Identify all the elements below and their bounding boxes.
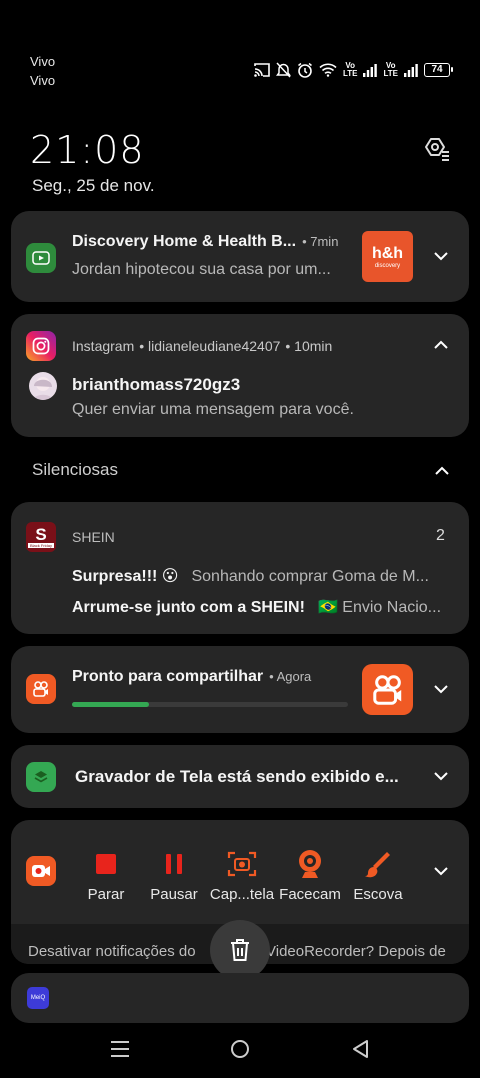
navigation-bar [0, 1034, 480, 1066]
webcam-icon [299, 850, 321, 878]
menu-icon[interactable] [110, 1040, 130, 1058]
signal-icon [363, 63, 378, 77]
shein-app-icon: S Black Friday [26, 522, 56, 552]
section-silent-label: Silenciosas [32, 460, 118, 479]
alarm-icon [298, 62, 312, 78]
clear-all-button[interactable] [210, 920, 270, 980]
notification-screen-recorder[interactable]: Gravador de Tela está sendo exibido e... [11, 745, 469, 808]
mute-icon [275, 62, 291, 78]
chevron-up-icon[interactable] [433, 462, 451, 480]
trash-icon [231, 939, 249, 961]
settings-icon[interactable] [422, 134, 452, 164]
notification-count: 2 [436, 527, 445, 544]
disable-notifications-text-left: Desativar notificações do [28, 943, 196, 960]
notification-shein[interactable]: S Black Friday SHEIN 2 Surpresa!!! 😮 Son… [11, 502, 469, 634]
brush-label: Escova [353, 886, 403, 903]
status-icons: Vo LTE Vo LTE 74 [254, 61, 453, 78]
recorder-app-icon [26, 674, 56, 704]
chevron-down-icon[interactable] [432, 247, 450, 265]
account-name: • lidianeleudiane42407 [139, 338, 281, 354]
notification-time: • 10min [285, 338, 333, 354]
brush-button[interactable]: Escova [345, 848, 411, 903]
stop-label: Parar [87, 886, 125, 903]
notification-title: Pronto para compartilhar [72, 668, 264, 685]
message-2-text: 🇧🇷 Envio Nacio... [317, 599, 442, 616]
xrecorder-app-icon [26, 856, 56, 886]
date: Seg., 25 de nov. [32, 176, 155, 195]
notification-title: Gravador de Tela está sendo exibido e... [75, 767, 399, 786]
screenshot-button[interactable]: Cap...tela [209, 848, 275, 903]
volte-badge-2: Vo LTE [383, 61, 398, 78]
notification-time: • 7min [302, 234, 339, 249]
volte-badge-1: Vo LTE [342, 61, 358, 78]
brush-icon [365, 852, 390, 878]
chevron-down-icon[interactable] [432, 680, 450, 698]
pause-label: Pausar [150, 886, 198, 903]
cast-icon [254, 63, 270, 77]
home-icon[interactable] [230, 1039, 250, 1059]
carrier-2: Vivo [30, 73, 56, 88]
notification-instagram[interactable]: Instagram • lidianeleudiane42407 • 10min… [11, 314, 469, 437]
instagram-app-icon [26, 331, 56, 361]
notification-text: Jordan hipotecou sua casa por um... [72, 261, 331, 278]
thumbnail-sub: discovery [374, 263, 401, 269]
notification-text: Quer enviar uma mensagem para você. [72, 401, 354, 418]
progress-bar [72, 702, 348, 707]
notification-share-ready[interactable]: Pronto para compartilhar • Agora [11, 646, 469, 733]
disable-notifications-text-right: VideoRecorder? Depois de [266, 943, 446, 960]
message-1-title: Surpresa!!! 😮 [72, 568, 179, 585]
avatar [29, 372, 57, 400]
stop-button[interactable]: Parar [73, 848, 139, 903]
notification-thumbnail [362, 664, 413, 715]
progress-fill [72, 702, 150, 707]
notification-thumbnail: h&h discovery [362, 231, 413, 282]
chevron-down-icon[interactable] [432, 767, 450, 785]
pause-icon [166, 854, 182, 874]
app-name: SHEIN [72, 529, 115, 545]
message-2-title: Arrume-se junto com a SHEIN! [72, 599, 305, 616]
facecam-label: Facecam [279, 886, 341, 903]
clock: 21:08 [30, 128, 145, 172]
stop-icon [96, 854, 116, 874]
facecam-button[interactable]: Facecam [277, 848, 343, 903]
chevron-up-icon[interactable] [432, 336, 450, 354]
pause-button[interactable]: Pausar [141, 848, 207, 903]
battery-level: 74 [431, 64, 443, 75]
wifi-icon [319, 63, 337, 77]
notification-title: Discovery Home & Health B... [72, 233, 297, 250]
layers-app-icon [26, 762, 56, 792]
sender-name: brianthomass720gz3 [72, 375, 241, 394]
back-icon[interactable] [351, 1039, 369, 1059]
battery-icon: 74 [424, 63, 453, 77]
discovery-app-icon [26, 243, 56, 273]
notification-time: • Agora [269, 669, 312, 684]
screenshot-label: Cap...tela [209, 886, 275, 903]
message-1-text: Sonhando comprar Goma de M... [191, 568, 429, 585]
camera-icon [227, 851, 257, 877]
thumbnail-logo: h&h [371, 245, 404, 262]
app-name: Instagram [72, 338, 135, 354]
meiq-app-icon: MeiQ [27, 987, 49, 1009]
notification-discovery[interactable]: Discovery Home & Health B... • 7min Jord… [11, 211, 469, 302]
chevron-down-icon[interactable] [432, 862, 450, 880]
notification-meiq[interactable]: MeiQ [11, 973, 469, 1023]
carrier-1: Vivo [30, 54, 56, 69]
signal-icon [404, 63, 418, 77]
